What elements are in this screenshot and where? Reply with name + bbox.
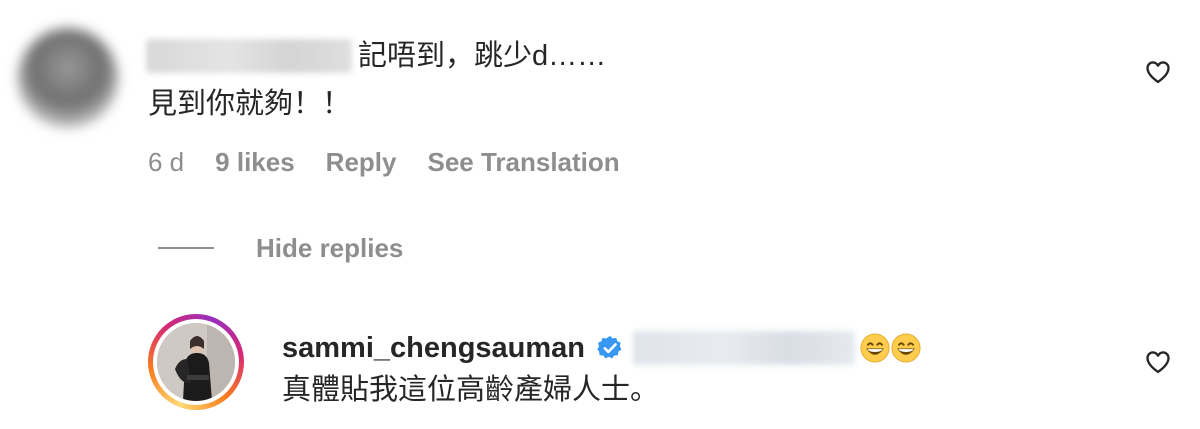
comment-meta-row: 6 d 9 likes Reply See Translation xyxy=(148,144,651,180)
avatar-photo xyxy=(157,323,235,401)
comment-likes-count[interactable]: 9 likes xyxy=(215,147,295,178)
commenter-avatar[interactable] xyxy=(18,28,118,128)
person-photo-icon xyxy=(157,323,235,401)
grinning-face-icon xyxy=(860,333,890,363)
comment-text-line2: 見到你就夠！！ xyxy=(148,88,352,120)
comment-text-line1: 記唔到，跳少d…… xyxy=(358,40,607,72)
redacted-mention[interactable] xyxy=(633,331,856,365)
verified-badge-icon xyxy=(597,335,622,359)
avatar-ring-gap xyxy=(153,319,239,405)
heart-icon[interactable] xyxy=(1144,348,1172,376)
reply-text-line2: 真體貼我這位高齡產婦人士。 xyxy=(282,374,660,406)
reply-avatar[interactable] xyxy=(148,314,244,410)
redacted-username[interactable] xyxy=(146,39,352,73)
divider-line xyxy=(158,247,214,249)
heart-icon[interactable] xyxy=(1144,58,1172,86)
hide-replies-toggle[interactable]: Hide replies xyxy=(158,230,403,266)
hide-replies-label: Hide replies xyxy=(256,232,404,263)
comment-first-line: 記唔到，跳少d…… xyxy=(146,36,606,76)
reply-button[interactable]: Reply xyxy=(326,147,397,178)
comment-timestamp[interactable]: 6 d xyxy=(148,147,184,178)
see-translation-button[interactable]: See Translation xyxy=(427,147,619,178)
reply-username[interactable]: sammi_chengsauman xyxy=(282,332,585,365)
comment-thread: 記唔到，跳少d…… 見到你就夠！！ 6 d 9 likes Reply See … xyxy=(0,0,1200,429)
reply-first-line: sammi_chengsauman xyxy=(282,328,921,368)
grinning-face-icon xyxy=(891,333,921,363)
